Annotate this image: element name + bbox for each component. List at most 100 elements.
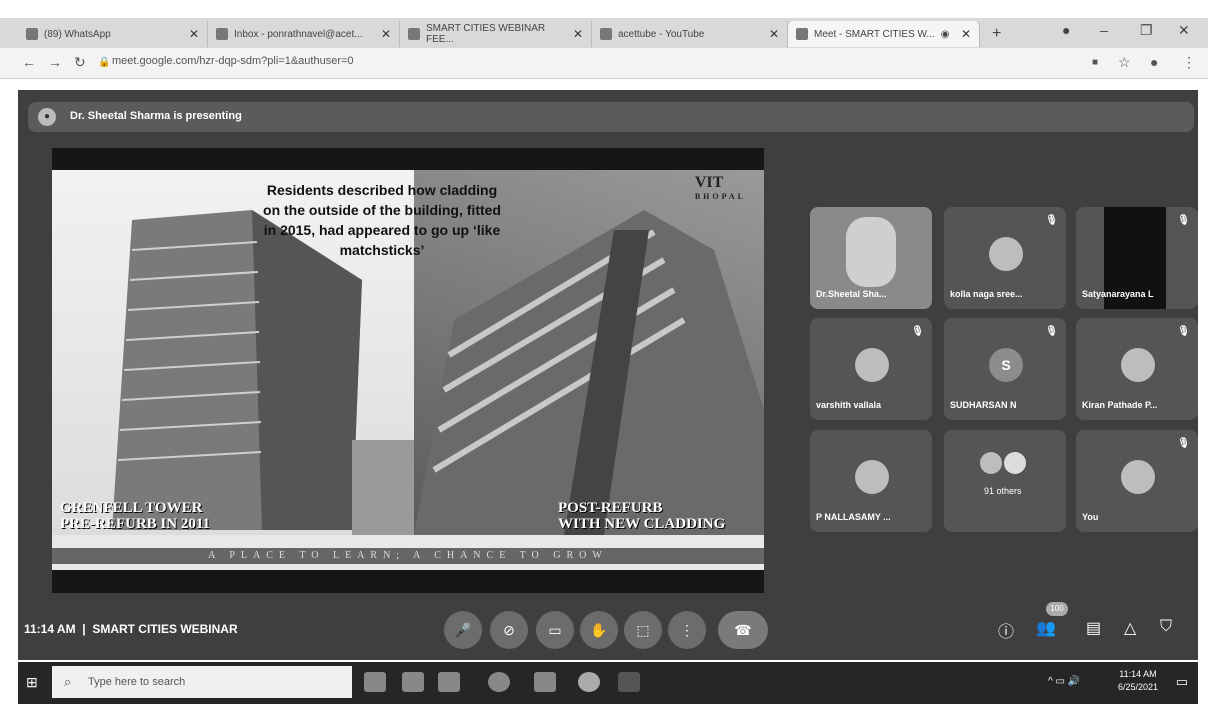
- participant-tile[interactable]: Dr.Sheetal Sha...: [810, 207, 932, 309]
- activities-icon[interactable]: △: [1124, 618, 1136, 638]
- tray-icons[interactable]: ^ ▭ 🔊: [1048, 676, 1080, 687]
- mic-off-icon: 🎙: [1045, 326, 1058, 337]
- windows-taskbar: ⊞ ⌕ Type here to search ^ ▭ 🔊 11:14 AM 6…: [18, 662, 1198, 704]
- tab-webinar-form[interactable]: SMART CITIES WEBINAR FEE... ✕: [400, 21, 592, 47]
- minimize-icon[interactable]: –: [1100, 22, 1108, 38]
- mic-off-icon: 🎙: [1045, 215, 1058, 226]
- search-placeholder: Type here to search: [88, 676, 186, 688]
- avatar: S: [989, 348, 1023, 382]
- forms-icon: [408, 28, 420, 40]
- lock-icon: 🔒: [98, 57, 111, 68]
- host-controls-icon[interactable]: ⛉: [1160, 618, 1172, 636]
- tab-label: (89) WhatsApp: [44, 28, 111, 40]
- close-icon[interactable]: ✕: [961, 27, 971, 41]
- more-options-icon[interactable]: ⋮: [668, 611, 706, 649]
- self-tile[interactable]: 🎙 You: [1076, 430, 1198, 532]
- bookmark-star-icon[interactable]: ☆: [1118, 54, 1131, 71]
- forward-icon[interactable]: →: [48, 54, 62, 70]
- present-screen-icon[interactable]: ⬚: [624, 611, 662, 649]
- participant-tile[interactable]: P NALLASAMY ...: [810, 430, 932, 532]
- participant-name: Kiran Pathade P...: [1082, 400, 1158, 410]
- tab-youtube[interactable]: acettube - YouTube ✕: [592, 21, 788, 47]
- profile-icon[interactable]: ●: [1062, 22, 1070, 38]
- maximize-icon[interactable]: ❐: [1140, 22, 1153, 39]
- task-view-icon[interactable]: [364, 672, 386, 692]
- presenting-text: Dr. Sheetal Sharma is presenting: [70, 110, 242, 122]
- participant-name: You: [1082, 512, 1099, 522]
- window-close-icon[interactable]: ✕: [1178, 22, 1190, 39]
- url-field[interactable]: meet.google.com/hzr-dqp-sdm?pli=1&authus…: [112, 55, 354, 67]
- presentation-slide: Residents described how cladding on the …: [52, 170, 764, 570]
- caption-left-line2: PRE-REFURB IN 2011: [60, 516, 211, 532]
- slide-body-text: Residents described how cladding on the …: [263, 182, 501, 258]
- clock-date: 6/25/2021: [1117, 682, 1158, 692]
- app-icon[interactable]: [618, 672, 640, 692]
- others-tile[interactable]: 91 others: [944, 430, 1066, 532]
- caption-left-line1: GRENFELL TOWER: [60, 500, 203, 516]
- participant-name: kolla naga sree...: [950, 289, 1023, 299]
- tab-meet[interactable]: Meet - SMART CITIES W... ◉ ✕: [788, 21, 980, 47]
- account-icon[interactable]: ●: [1150, 54, 1158, 70]
- avatar: [1121, 460, 1155, 494]
- camera-icon[interactable]: ■: [1092, 57, 1098, 68]
- camera-off-icon[interactable]: ⊘: [490, 611, 528, 649]
- participant-tile[interactable]: 🎙 varshith vallala: [810, 318, 932, 420]
- participant-tile[interactable]: 🎙 Kiran Pathade P...: [1076, 318, 1198, 420]
- logo-text: VIT: [694, 174, 724, 191]
- vit-logo: VIT BHOPAL: [695, 174, 746, 201]
- close-icon[interactable]: ✕: [769, 27, 779, 41]
- participant-tile[interactable]: 🎙 S SUDHARSAN N: [944, 318, 1066, 420]
- tab-label: Meet - SMART CITIES W...: [814, 28, 935, 40]
- raise-hand-icon[interactable]: ✋: [580, 611, 618, 649]
- tab-label: acettube - YouTube: [618, 28, 705, 40]
- chat-icon[interactable]: ▤: [1086, 618, 1101, 638]
- meeting-time: 11:14 AM: [24, 622, 76, 636]
- captions-icon[interactable]: ▭: [536, 611, 574, 649]
- taskbar-search[interactable]: ⌕ Type here to search: [52, 666, 352, 698]
- logo-subtext: BHOPAL: [694, 192, 746, 201]
- participant-name: Satyanarayana L: [1082, 289, 1154, 299]
- mic-off-icon: 🎙: [911, 326, 924, 337]
- photos-icon[interactable]: [534, 672, 556, 692]
- close-icon[interactable]: ✕: [381, 27, 391, 41]
- menu-icon[interactable]: ⋮: [1182, 54, 1196, 71]
- system-clock[interactable]: 11:14 AM 6/25/2021: [1118, 668, 1158, 694]
- clock-time: 11:14 AM: [1119, 669, 1157, 679]
- caption-right-line1: POST-REFURB: [558, 500, 663, 516]
- participant-tile[interactable]: 🎙 Satyanarayana L: [1076, 207, 1198, 309]
- recording-dot-icon: ◉: [940, 28, 950, 40]
- new-tab-button[interactable]: +: [984, 21, 1014, 47]
- tab-whatsapp[interactable]: (89) WhatsApp ✕: [18, 21, 208, 47]
- avatar: [1121, 348, 1155, 382]
- edge-icon[interactable]: [488, 672, 510, 692]
- tab-inbox[interactable]: Inbox - ponrathnavel@acet... ✕: [208, 21, 400, 47]
- calculator-icon[interactable]: [438, 672, 460, 692]
- chrome-icon[interactable]: [578, 672, 600, 692]
- info-icon[interactable]: ⓘ: [998, 618, 1014, 642]
- meeting-title: SMART CITIES WEBINAR: [92, 622, 238, 636]
- reload-icon[interactable]: ↻: [74, 54, 86, 71]
- notification-icon[interactable]: ▭: [1176, 674, 1188, 690]
- browser-tab-bar: (89) WhatsApp ✕ Inbox - ponrathnavel@ace…: [0, 18, 1208, 48]
- leave-call-icon[interactable]: ☎: [718, 611, 768, 649]
- people-icon[interactable]: 👥: [1036, 618, 1056, 638]
- participant-tile[interactable]: 🎙 kolla naga sree...: [944, 207, 1066, 309]
- gmail-icon: [216, 28, 228, 40]
- windows-start-icon[interactable]: ⊞: [26, 674, 38, 691]
- caption-left: GRENFELL TOWER PRE-REFURB IN 2011: [60, 500, 210, 532]
- presenter-avatar-icon: ●: [38, 108, 56, 126]
- avatar: [855, 460, 889, 494]
- tab-label: SMART CITIES WEBINAR FEE...: [426, 23, 546, 45]
- presenting-banner: ● Dr. Sheetal Sharma is presenting: [28, 102, 1194, 132]
- mic-off-icon[interactable]: 🎤: [444, 611, 482, 649]
- mic-off-icon: 🎙: [1177, 215, 1190, 226]
- tab-label: Inbox - ponrathnavel@acet...: [234, 28, 363, 40]
- avatar: [855, 348, 889, 382]
- youtube-icon: [600, 28, 612, 40]
- close-icon[interactable]: ✕: [573, 27, 583, 41]
- close-icon[interactable]: ✕: [189, 27, 199, 41]
- avatar: [1004, 452, 1026, 474]
- back-icon[interactable]: ←: [22, 54, 36, 70]
- others-count: 91 others: [984, 486, 1022, 496]
- store-icon[interactable]: [402, 672, 424, 692]
